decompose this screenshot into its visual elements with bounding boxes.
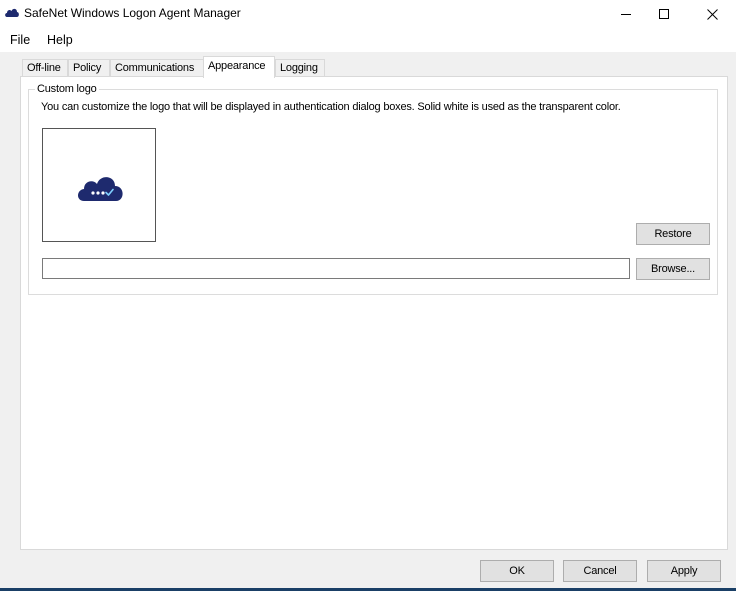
minimize-icon: [621, 14, 631, 15]
cloud-password-icon: [78, 177, 123, 201]
logo-path-input[interactable]: [42, 258, 630, 279]
restore-button[interactable]: Restore: [636, 223, 710, 245]
browse-button[interactable]: Browse...: [636, 258, 710, 280]
tab-communications[interactable]: Communications: [110, 59, 204, 77]
group-title: Custom logo: [35, 83, 99, 95]
window-title: SafeNet Windows Logon Agent Manager: [24, 6, 241, 20]
maximize-button[interactable]: [642, 0, 686, 28]
appearance-tab-page: Custom logo You can customize the logo t…: [20, 76, 728, 550]
maximize-icon: [659, 9, 669, 19]
tab-policy[interactable]: Policy: [68, 59, 110, 77]
cloud-icon: [4, 5, 20, 19]
cancel-button[interactable]: Cancel: [563, 560, 637, 582]
menu-file[interactable]: File: [10, 33, 30, 47]
menu-bar: File Help: [0, 28, 736, 52]
group-description: You can customize the logo that will be …: [41, 101, 621, 113]
logo-preview: [42, 128, 156, 242]
apply-button[interactable]: Apply: [647, 560, 721, 582]
tab-appearance[interactable]: Appearance: [203, 56, 275, 78]
tab-logging[interactable]: Logging: [275, 59, 325, 77]
ok-button[interactable]: OK: [480, 560, 554, 582]
close-icon: [706, 8, 718, 20]
tab-offline[interactable]: Off-line: [22, 59, 68, 77]
close-button[interactable]: [690, 0, 734, 28]
custom-logo-group: Custom logo You can customize the logo t…: [28, 83, 718, 295]
menu-help[interactable]: Help: [47, 33, 73, 47]
title-bar: SafeNet Windows Logon Agent Manager: [0, 0, 736, 28]
